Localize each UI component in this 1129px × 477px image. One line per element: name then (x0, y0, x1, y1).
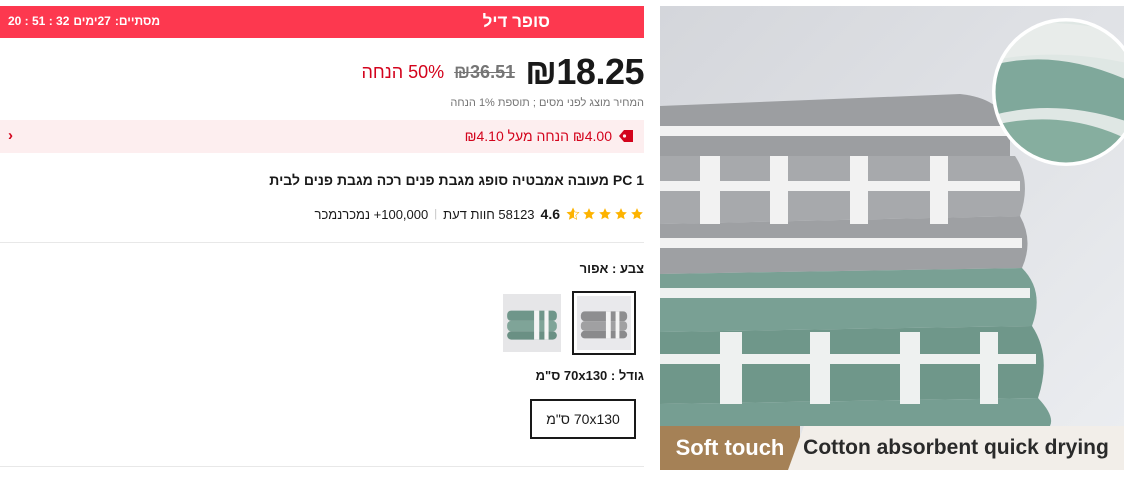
coupon-banner[interactable]: ₪4.00 הנחה מעל ₪4.10 › (0, 120, 644, 153)
deal-title: סופר דיל (482, 12, 550, 31)
super-deal-banner: סופר דיל מסתיים: 27ימים 20 : 51 : 32 (0, 6, 644, 38)
size-label: גודל : 70x130 ס"מ (535, 368, 644, 383)
product-info-panel: סופר דיל מסתיים: 27ימים 20 : 51 : 32 ₪18… (0, 0, 644, 477)
chevron-right-icon[interactable]: › (8, 127, 13, 144)
tag-icon (619, 130, 633, 142)
discount-percent: 50% הנחה (361, 61, 445, 82)
timer-value: 20 : 51 : 32 (8, 14, 70, 28)
price-row: ₪18.25 ₪36.51 50% הנחה (361, 50, 644, 94)
timer-label: מסתיים: (114, 14, 161, 28)
product-title: 1 PC מעובה אמבטיה סופג מגבת פנים רכה מגב… (269, 172, 644, 188)
rating-row[interactable]: 4.6 58123 חוות דעת | 100,000+ נמכרנמכר (315, 206, 645, 222)
current-price: ₪18.25 (525, 51, 644, 92)
star-rating (566, 207, 644, 221)
rating-value: 4.6 (540, 206, 560, 222)
divider (0, 466, 644, 467)
size-option-70x130[interactable]: 70x130 ס"מ (530, 399, 636, 439)
separator: | (434, 208, 438, 220)
deal-countdown: מסתיים: 27ימים 20 : 51 : 32 (8, 14, 160, 28)
color-swatch-green[interactable] (503, 294, 561, 352)
star-half-icon (566, 207, 580, 220)
timer-days: 27ימים (73, 14, 111, 28)
star-icon (599, 208, 611, 220)
towel-stack-image (660, 6, 1124, 470)
coupon-text: ₪4.00 הנחה מעל ₪4.10 (464, 128, 612, 144)
caption-features: Cotton absorbent quick drying (788, 426, 1124, 470)
star-icon (583, 208, 595, 220)
star-icon (631, 208, 643, 220)
gray-towel-thumbnail (577, 296, 631, 350)
product-image[interactable]: Soft touch Cotton absorbent quick drying (660, 6, 1124, 470)
review-count[interactable]: 58123 חוות דעת (443, 207, 534, 222)
original-price: ₪36.51 (454, 61, 516, 82)
color-swatch-gray[interactable] (572, 291, 636, 355)
coupon-content: ₪4.00 הנחה מעל ₪4.10 (465, 128, 634, 144)
divider (0, 242, 644, 243)
tax-note: המחיר מוצג לפני מסים ; תוספת 1% הנחה (450, 97, 644, 109)
sold-count: 100,000+ נמכרנמכר (314, 206, 429, 222)
caption-soft-touch: Soft touch (660, 426, 800, 470)
green-towel-thumbnail (503, 294, 561, 352)
star-icon (615, 208, 627, 220)
color-label: צבע : אפור (579, 261, 644, 276)
